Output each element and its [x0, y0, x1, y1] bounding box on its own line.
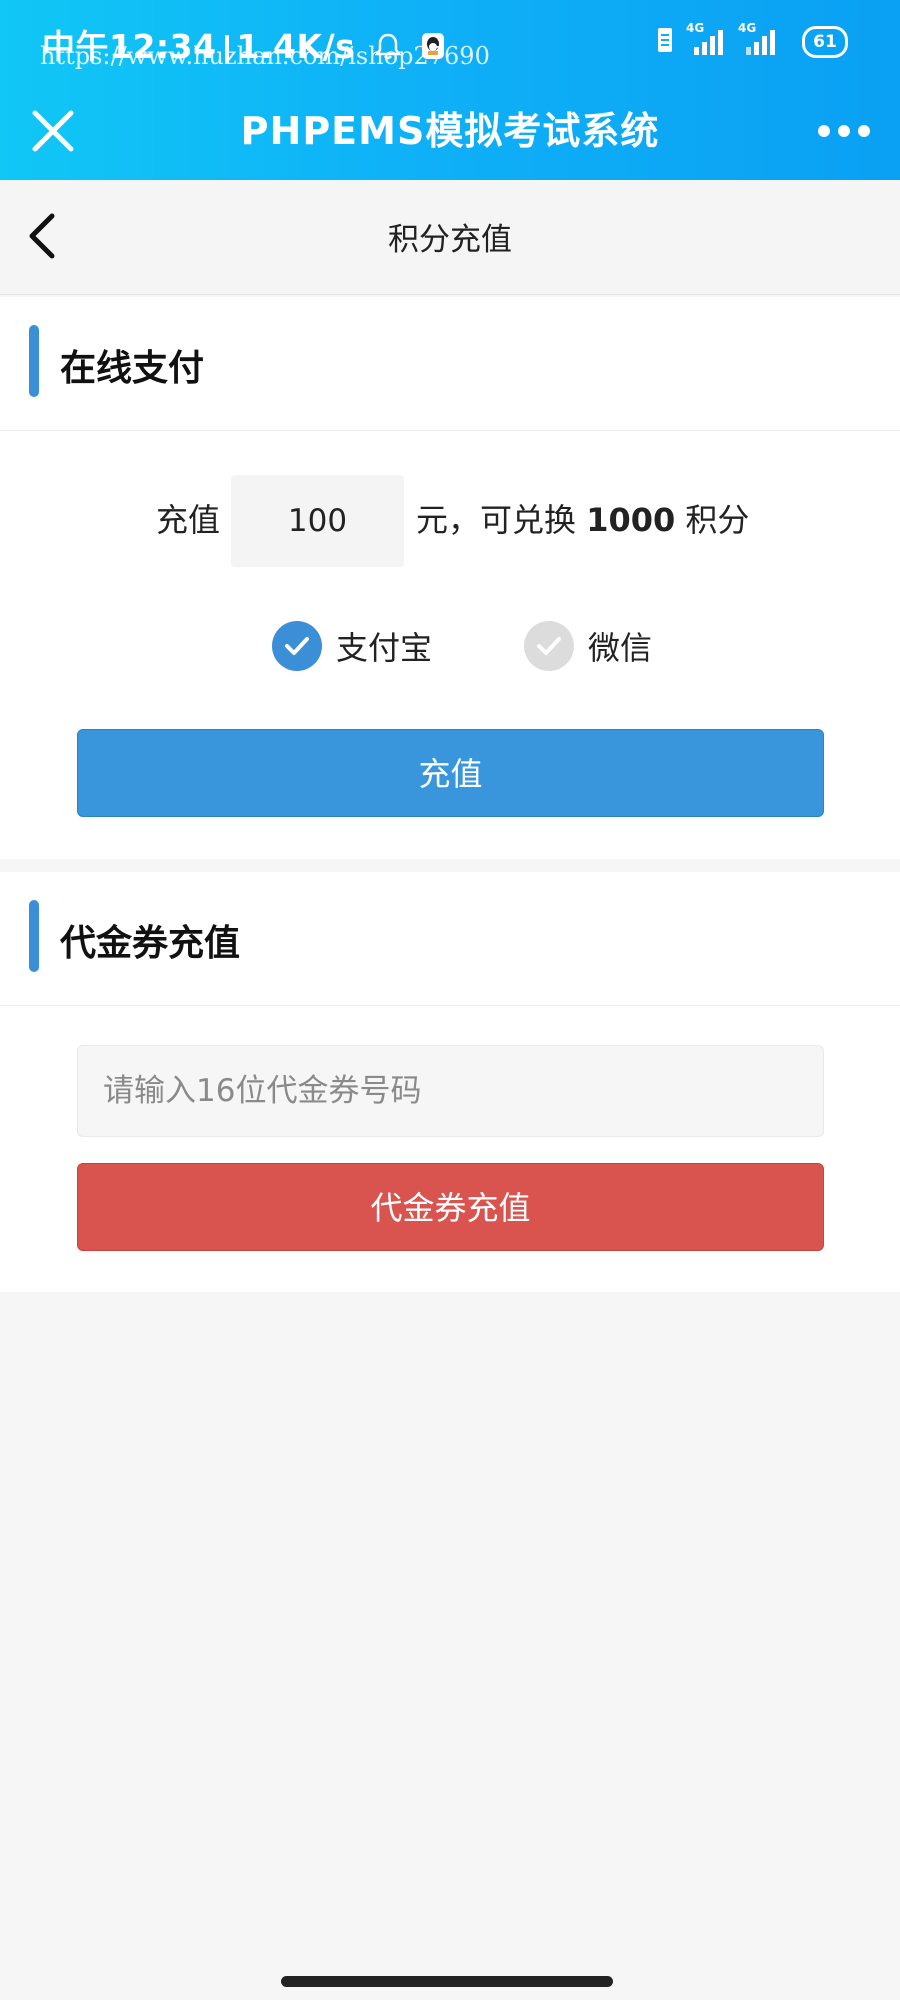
- navbar: PHPEMS模拟考试系统: [0, 90, 900, 180]
- network-label-1: 4G: [686, 21, 705, 35]
- alipay-label: 支付宝: [336, 629, 433, 667]
- battery-indicator: 61: [802, 26, 848, 58]
- check-icon: [285, 637, 309, 655]
- online-payment-header: 在线支付: [0, 297, 900, 431]
- online-payment-card: 在线支付 充值 元，可兑换 1000 积分 支付宝 微信 充值: [0, 297, 900, 859]
- status-right: 4G 4G 61: [656, 21, 848, 58]
- online-payment-title: 在线支付: [60, 348, 205, 389]
- home-indicator[interactable]: [281, 1976, 613, 1987]
- network-label-2: 4G: [738, 21, 757, 35]
- wechat-radio[interactable]: [524, 621, 574, 671]
- points-value: 1000: [586, 501, 676, 539]
- more-icon: [818, 125, 870, 137]
- app-header: 中午12:34 1.4K/s https://www.huzhan.com/is…: [0, 0, 900, 180]
- alipay-radio[interactable]: [272, 621, 322, 671]
- signal-icon-2: 4G: [738, 21, 778, 57]
- voucher-card: 代金券充值 代金券充值: [0, 872, 900, 1292]
- voucher-recharge-button[interactable]: 代金券充值: [77, 1163, 824, 1251]
- exchange-unit: 元，可兑换: [416, 501, 577, 539]
- status-bar: 中午12:34 1.4K/s https://www.huzhan.com/is…: [0, 0, 900, 90]
- sim-card-icon: [656, 26, 674, 58]
- wechat-label: 微信: [588, 629, 653, 667]
- section-accent-bar: [29, 325, 39, 397]
- voucher-title: 代金券充值: [60, 923, 241, 964]
- check-icon: [537, 637, 561, 655]
- voucher-code-input[interactable]: [77, 1045, 824, 1137]
- recharge-amount-row: 充值 元，可兑换 1000 积分: [0, 475, 900, 567]
- payment-option-alipay[interactable]: 支付宝: [272, 620, 432, 672]
- page-title: 积分充值: [388, 222, 512, 258]
- recharge-label: 充值: [156, 501, 221, 539]
- more-button[interactable]: [816, 116, 872, 146]
- amount-input[interactable]: [231, 475, 404, 567]
- recharge-button[interactable]: 充值: [77, 729, 824, 817]
- app-title: PHPEMS模拟考试系统: [240, 109, 660, 153]
- signal-icon: 4G: [686, 21, 726, 57]
- exchange-info: 元，可兑换 1000 积分: [416, 495, 749, 541]
- points-unit: 积分: [685, 501, 750, 539]
- page-header: 积分充值: [0, 180, 900, 295]
- page: 中午12:34 1.4K/s https://www.huzhan.com/is…: [0, 0, 900, 2000]
- watermark-text: https://www.huzhan.com/ishop27690: [40, 42, 490, 70]
- voucher-header: 代金券充值: [0, 872, 900, 1006]
- payment-option-wechat[interactable]: 微信: [524, 620, 652, 672]
- section-accent-bar: [29, 900, 39, 972]
